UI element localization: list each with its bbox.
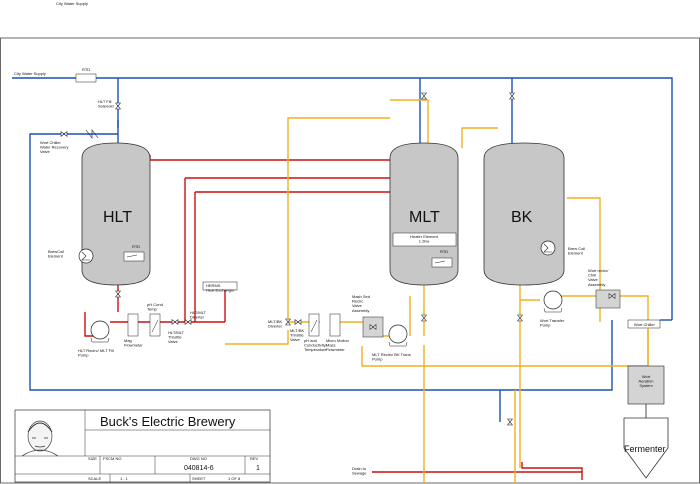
mlt-outlet-valve-icon xyxy=(421,314,427,322)
rev-label: REV xyxy=(250,456,259,461)
mlt-label: MLT xyxy=(409,209,440,226)
hlt-rtd-box xyxy=(123,251,145,262)
wort-chiller-label: Wort Chiller xyxy=(634,322,655,327)
hlt-label: HLT xyxy=(103,209,132,226)
dwg-number: 040814-6 xyxy=(184,465,214,472)
micro-motion-label: Micro Motion Mass Flowmeter xyxy=(326,338,349,352)
dwg-label: DWG NO xyxy=(190,456,207,461)
mlt-pump-label: MLT Recirc/ BK Trans Pump xyxy=(372,352,411,362)
bk-outlet-valve-icon xyxy=(517,314,523,322)
process-diagram: City Water Supply HLT MLT BK RTD Heater … xyxy=(0,0,700,484)
mlt-bk-diverter-label: MLT/BK Diverter xyxy=(268,319,283,329)
mlt-pump-icon xyxy=(388,324,408,344)
fermenter-label: Fermenter xyxy=(624,444,666,454)
title-block: Buck's Electric Brewery SIZE FSCM NO DWG… xyxy=(14,409,271,483)
mash-sed-label: Mash Sed Recirc Valve Assembly xyxy=(352,294,370,313)
hlt-diverter-valve-icon xyxy=(184,319,192,325)
bk-label: BK xyxy=(511,209,533,226)
scale-value: 1 : 1 xyxy=(120,476,129,481)
hlt-throttle-label: HLT/MLT Throttle Valve xyxy=(168,330,185,344)
bk-coil-label: Brew Coil Element xyxy=(568,246,585,256)
hlt-pump-icon xyxy=(90,320,110,340)
mlt-bk-throttle-label: MLT/BK Throttle Valve xyxy=(290,328,304,342)
hlt-fill-label: HLT Fill Solenoid xyxy=(98,99,114,109)
sheet-value: 1 OF 8 xyxy=(228,476,241,481)
drain-label: Drain to Sewage xyxy=(352,466,367,476)
city-rtd-label: RTD xyxy=(82,67,90,72)
mlt-rtd-box xyxy=(431,257,453,268)
rev-number: 1 xyxy=(256,465,260,472)
hlt-throttle-valve-icon xyxy=(171,319,179,325)
ph-cond-label: pH Cond Temp xyxy=(147,302,163,312)
ph-conductivity-label: pH and Conductivity/Temperature xyxy=(304,338,328,352)
city-rtd-box xyxy=(75,73,97,83)
drawing-title: Buck's Electric Brewery xyxy=(100,414,236,429)
mlt-inlet-valve-icon xyxy=(421,92,427,100)
wort-transfer-pump-icon xyxy=(543,290,563,310)
bk-inlet-valve-icon xyxy=(509,92,515,100)
mlt-rtd-label: RTD xyxy=(440,249,448,254)
mlt-bk-throttle-icon xyxy=(294,319,302,325)
ph-conductivity-box xyxy=(308,313,320,337)
diagram-svg: City Water Supply HLT MLT BK RTD Heater … xyxy=(0,1,700,484)
city-water-label: City Water Supply xyxy=(14,71,46,76)
tanks: HLT MLT BK RTD Heater Element 1.2kw RTD xyxy=(78,142,565,286)
recovery-valve-icon xyxy=(60,131,68,137)
scale-label: SCALE xyxy=(88,476,101,481)
mag-flowmeter-label: Mag Flowmeter xyxy=(124,338,143,348)
brewcoil-label: BrewColl Element xyxy=(48,249,64,259)
hlt-outlet-valve-icon xyxy=(115,290,121,298)
mag-flowmeter-box xyxy=(127,313,139,337)
fscm-label: FSCM NO xyxy=(103,456,121,461)
hlt-diverter-label: HLT/MLT Diverter xyxy=(190,310,207,320)
size-label: SIZE xyxy=(88,456,97,461)
recovery-valve-label: Wort Chiller Water Recovery Valve xyxy=(40,140,69,154)
hlt-fill-solenoid-icon xyxy=(115,102,121,110)
sheet-label: SHEET xyxy=(192,476,206,481)
wort-transfer-label: Wort Transfer Pump xyxy=(540,318,565,328)
drain-valve-icon xyxy=(507,418,513,426)
micro-motion-box xyxy=(329,313,341,337)
top-caption: City Water Supply xyxy=(56,1,88,6)
wort-recirc-label: Wort recirc/Chill Valve Assembly xyxy=(588,268,609,287)
hlt-rtd-label: RTD xyxy=(132,244,140,249)
wort-recirc-assembly-box xyxy=(595,289,621,309)
hlt-pump-label: HLT Recirc/ MLT Fill Pump xyxy=(78,348,114,358)
ph-cond-box xyxy=(149,313,161,337)
